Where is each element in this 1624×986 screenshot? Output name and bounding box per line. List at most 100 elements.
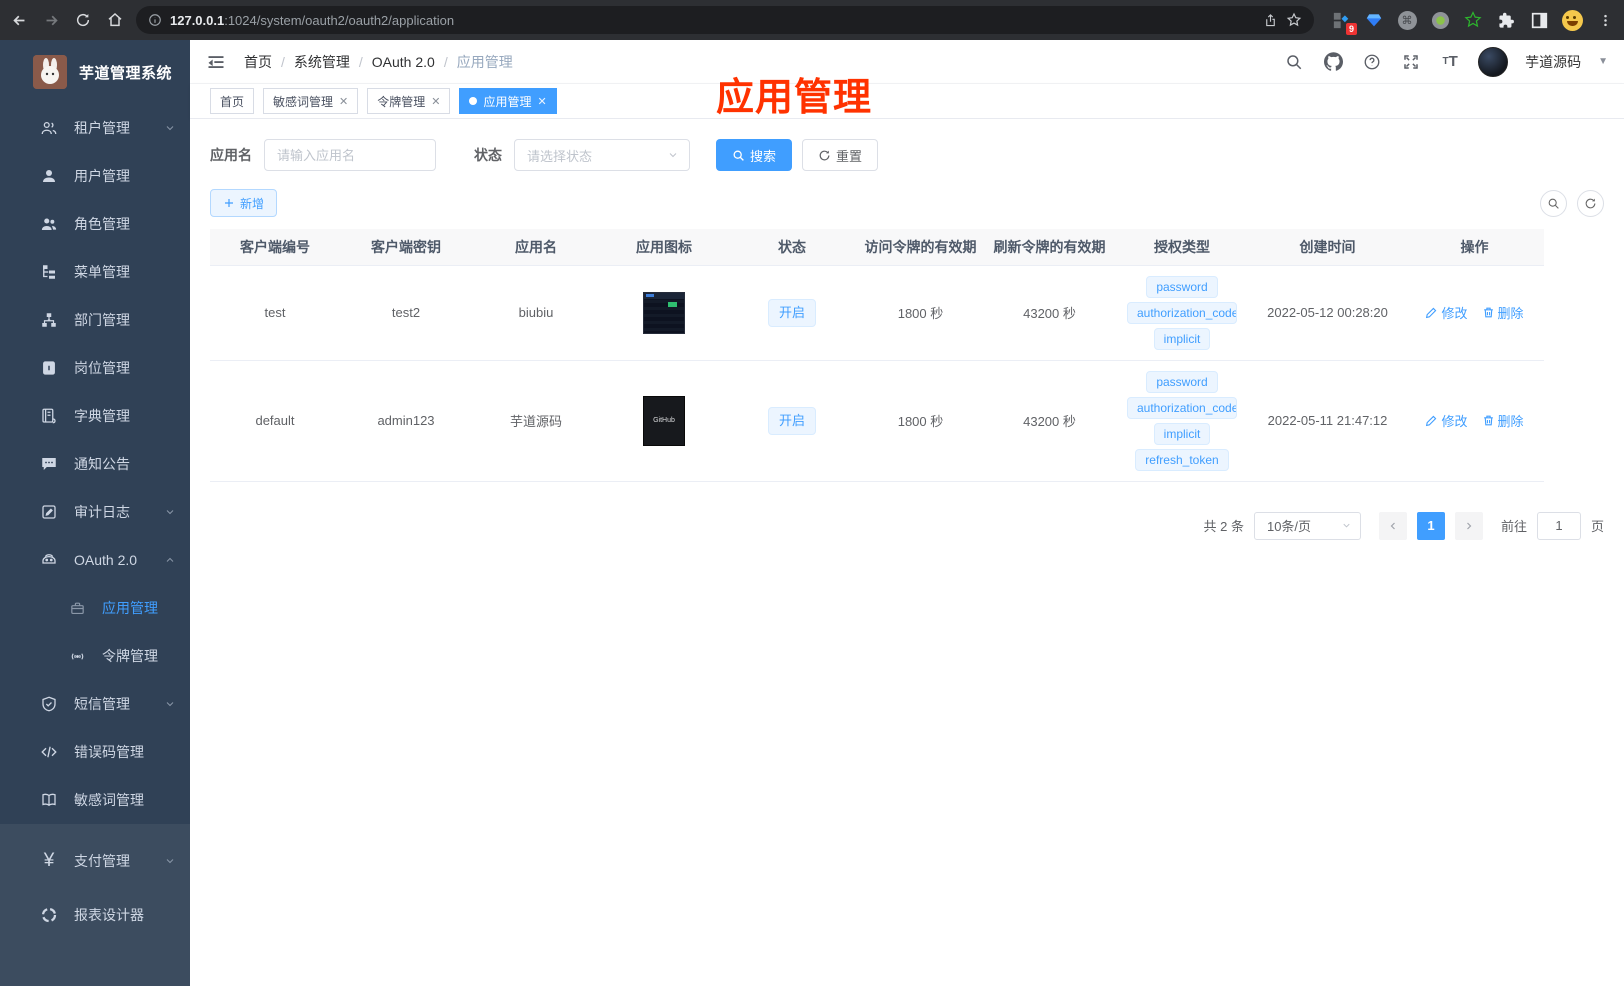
sidebar: 芋道管理系统 租户管理 用户管理 角色管理 菜单管理 部门管理 岗位管理 字典管… (0, 40, 190, 986)
prev-page-button[interactable] (1378, 511, 1407, 540)
col-client-secret: 客户端密钥 (340, 229, 472, 266)
sidebar-item-pay[interactable]: ¥ 支付管理 (0, 834, 190, 888)
site-info-icon[interactable] (148, 13, 162, 27)
user-avatar[interactable] (1478, 46, 1509, 77)
page-number-current[interactable]: 1 (1416, 511, 1445, 540)
table-row: default admin123 芋道源码 GitHub 开启 1800 秒 4… (210, 360, 1544, 482)
gem-extension-icon[interactable] (1363, 9, 1385, 31)
tab-application[interactable]: 应用管理 ✕ (459, 88, 557, 114)
tree-menu-icon (40, 263, 58, 281)
status-select[interactable]: 请选择状态 (514, 139, 690, 171)
bookmark-star-icon[interactable] (1286, 12, 1302, 28)
logo-avatar (33, 55, 67, 89)
collapse-sidebar-icon[interactable] (206, 51, 228, 73)
tab-close-icon[interactable]: ✕ (339, 95, 348, 108)
announcement-icon (40, 455, 58, 473)
sidebar-item-dict[interactable]: 字典管理 (0, 392, 190, 440)
edit-pencil-icon (1426, 415, 1437, 427)
tab-close-icon[interactable]: ✕ (431, 95, 440, 108)
sidebar-item-report-designer[interactable]: 报表设计器 (0, 888, 190, 942)
address-bar[interactable]: 127.0.0.1:1024/system/oauth2/oauth2/appl… (136, 6, 1314, 34)
sidebar-item-user[interactable]: 用户管理 (0, 152, 190, 200)
command-extension-icon[interactable]: ⌘ (1396, 9, 1418, 31)
help-icon[interactable] (1361, 51, 1383, 73)
share-icon[interactable] (1263, 13, 1278, 28)
trash-icon (1483, 415, 1493, 426)
col-create-time: 创建时间 (1250, 229, 1405, 266)
browser-back-button[interactable] (8, 9, 30, 31)
user-menu-caret-icon[interactable]: ▼ (1598, 56, 1608, 67)
sidebar-item-notice[interactable]: 通知公告 (0, 440, 190, 488)
status-badge: 开启 (767, 298, 816, 327)
browser-chrome: 127.0.0.1:1024/system/oauth2/oauth2/appl… (0, 0, 1624, 40)
breadcrumb-home[interactable]: 首页 (244, 52, 272, 72)
grant-type-tags: password authorization_code implicit ref… (1118, 370, 1246, 471)
sidebar-item-role[interactable]: 角色管理 (0, 200, 190, 248)
puzzle-extensions-icon[interactable] (1495, 9, 1517, 31)
sidebar-lower-section: ¥ 支付管理 报表设计器 (0, 824, 190, 986)
app-logo[interactable]: 芋道管理系统 (0, 40, 190, 104)
split-screen-extension-icon[interactable] (1528, 9, 1550, 31)
goto-page-input[interactable] (1536, 511, 1581, 540)
oauth-robot-icon (40, 551, 58, 569)
app-icon-dashboard-thumbnail (643, 291, 685, 334)
sidebar-menu: 租户管理 用户管理 角色管理 菜单管理 部门管理 岗位管理 字典管理 通知公告 … (0, 104, 190, 986)
fullscreen-icon[interactable] (1400, 51, 1422, 73)
app-name-label: 应用名 (210, 147, 252, 163)
sidebar-item-dept[interactable]: 部门管理 (0, 296, 190, 344)
refresh-table-button[interactable] (1577, 189, 1604, 217)
sidebar-item-oauth-token[interactable]: 令牌管理 (0, 632, 190, 680)
sidebar-item-errcode[interactable]: 错误码管理 (0, 728, 190, 776)
extension-badge: 9 (1345, 23, 1357, 35)
reset-button[interactable]: 重置 (802, 139, 879, 171)
main-content: 应用名 状态 请选择状态 搜索 重置 新增 (190, 119, 1624, 986)
show-search-toggle-button[interactable] (1540, 189, 1567, 217)
green-star-extension-icon[interactable] (1462, 9, 1484, 31)
browser-reload-button[interactable] (72, 9, 94, 31)
sidebar-item-tenant[interactable]: 租户管理 (0, 104, 190, 152)
app-title: 芋道管理系统 (79, 64, 173, 82)
next-page-button[interactable] (1454, 511, 1483, 540)
sidebar-item-sensitive-word[interactable]: 敏感词管理 (0, 776, 190, 824)
browser-forward-button[interactable] (40, 9, 62, 31)
pagination: 共 2 条 10条/页 1 前往 页 (210, 511, 1604, 540)
sidebar-item-audit-log[interactable]: 审计日志 (0, 488, 190, 536)
delete-button[interactable]: 删除 (1482, 411, 1524, 430)
status-label: 状态 (474, 147, 502, 163)
sidebar-item-sms[interactable]: 短信管理 (0, 680, 190, 728)
breadcrumb-system[interactable]: 系统管理 (294, 52, 350, 72)
sidebar-item-post[interactable]: 岗位管理 (0, 344, 190, 392)
app-name-input[interactable] (264, 139, 436, 171)
emoji-extension-icon[interactable] (1561, 9, 1583, 31)
tab-home[interactable]: 首页 (210, 88, 255, 114)
delete-button[interactable]: 删除 (1482, 303, 1524, 322)
font-size-icon[interactable]: TT (1439, 51, 1461, 73)
sidebar-item-oauth[interactable]: OAuth 2.0 (0, 536, 190, 584)
header-search-icon[interactable] (1283, 51, 1305, 73)
goto-label: 前往 (1500, 519, 1527, 534)
browser-home-button[interactable] (104, 9, 126, 31)
tab-sensitive-word[interactable]: 敏感词管理 ✕ (263, 88, 359, 114)
record-extension-icon[interactable] (1429, 9, 1451, 31)
select-chevron-icon (669, 153, 677, 158)
search-button[interactable]: 搜索 (716, 139, 793, 171)
edit-button[interactable]: 修改 (1425, 411, 1468, 430)
col-app-name: 应用名 (472, 229, 600, 266)
active-tab-dot (469, 97, 478, 105)
tab-close-icon[interactable]: ✕ (538, 95, 547, 108)
browser-menu-icon[interactable] (1594, 9, 1616, 31)
trash-icon (1483, 307, 1493, 318)
pagination-total: 共 2 条 (1203, 519, 1244, 534)
page-size-select[interactable]: 10条/页 (1253, 511, 1361, 540)
tab-manager-extension-icon[interactable]: 9 (1330, 9, 1357, 35)
breadcrumb-oauth[interactable]: OAuth 2.0 (372, 54, 435, 70)
sidebar-item-menu-mgmt[interactable]: 菜单管理 (0, 248, 190, 296)
extensions-row: 9 ⌘ (1330, 9, 1616, 35)
sidebar-item-oauth-application[interactable]: 应用管理 (0, 584, 190, 632)
tab-token[interactable]: 令牌管理 ✕ (367, 88, 451, 114)
github-icon[interactable] (1322, 51, 1344, 73)
add-button[interactable]: 新增 (210, 189, 278, 217)
edit-button[interactable]: 修改 (1425, 303, 1468, 322)
user-name[interactable]: 芋道源码 (1525, 52, 1581, 72)
url-text[interactable]: 127.0.0.1:1024/system/oauth2/oauth2/appl… (170, 13, 454, 28)
